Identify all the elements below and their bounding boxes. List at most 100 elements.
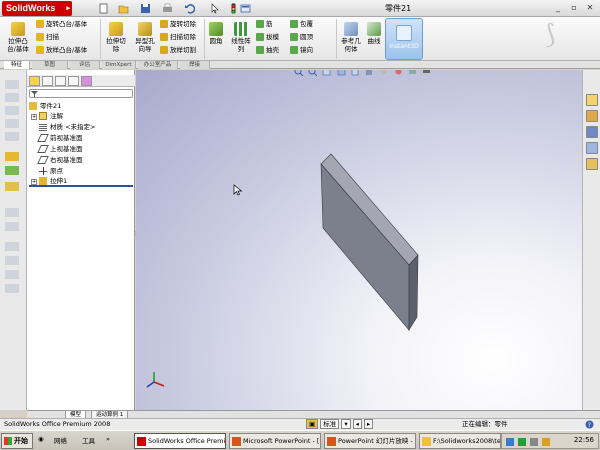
view-dropdown-icon[interactable]: ▾ bbox=[341, 419, 351, 429]
instant3d-icon bbox=[396, 25, 412, 41]
pattern-tool-icon[interactable] bbox=[5, 284, 19, 293]
wrap-button[interactable]: 包覆 bbox=[290, 20, 313, 28]
hole-wizard-button[interactable]: 异型孔 向导 bbox=[131, 22, 159, 53]
instant3d-button[interactable]: Instant3D bbox=[385, 18, 423, 60]
help-icon[interactable]: ? bbox=[585, 420, 594, 429]
fillet-button[interactable]: 圆角 bbox=[206, 22, 226, 45]
property-manager-tab-icon[interactable] bbox=[42, 76, 53, 86]
minimize-button[interactable]: _ bbox=[550, 2, 566, 14]
design-library-icon[interactable] bbox=[586, 110, 598, 122]
open-folder-icon[interactable] bbox=[118, 3, 129, 14]
part-side-face[interactable] bbox=[408, 254, 419, 332]
print-icon[interactable] bbox=[162, 3, 173, 14]
appearances-icon[interactable] bbox=[586, 158, 598, 170]
save-icon[interactable] bbox=[140, 3, 151, 14]
line-tool-icon[interactable] bbox=[5, 93, 19, 102]
taskbar-powerpoint-button[interactable]: Microsoft PowerPoint - [... bbox=[229, 433, 321, 449]
loft-boss-button[interactable]: 放样凸台/基体 bbox=[36, 46, 87, 54]
taskbar-tools-link[interactable]: 工具 bbox=[82, 435, 95, 445]
extrude-side-icon[interactable] bbox=[5, 152, 19, 161]
shell-button[interactable]: 抽壳 bbox=[256, 46, 279, 54]
part-model[interactable] bbox=[136, 70, 582, 410]
solidworks-menu-button[interactable]: SolidWorks ▸ bbox=[2, 1, 72, 16]
reference-geometry-button[interactable]: 参考几 何体 bbox=[338, 22, 364, 53]
taskbar-network-link[interactable]: 网络 bbox=[54, 435, 67, 445]
ribbon-separator bbox=[204, 19, 205, 59]
tree-root-part[interactable]: 零件21 bbox=[29, 102, 61, 110]
quick-tips-icon[interactable]: ◂ bbox=[352, 419, 362, 429]
tree-item-material[interactable]: 材质 <未指定> bbox=[39, 123, 95, 131]
restore-button[interactable]: ▫ bbox=[566, 2, 582, 14]
swept-cut-button[interactable]: 扫描切除 bbox=[160, 33, 196, 41]
tab-features[interactable]: 特征 bbox=[4, 61, 30, 69]
tree-item-right-plane[interactable]: 右视基准面 bbox=[37, 156, 83, 164]
curves-button[interactable]: 曲线 bbox=[365, 22, 383, 45]
arc-tool-icon[interactable] bbox=[5, 132, 19, 141]
extrude-boss-button[interactable]: 拉伸凸 台/基体 bbox=[4, 22, 32, 53]
taskbar-slideshow-button[interactable]: PowerPoint 幻灯片放映 - ... bbox=[324, 433, 416, 449]
circle-tool-icon[interactable] bbox=[5, 119, 19, 128]
tree-item-origin[interactable]: 原点 bbox=[39, 167, 63, 175]
relation-tool-icon[interactable] bbox=[5, 222, 19, 231]
view-side-icon[interactable] bbox=[5, 182, 19, 191]
sweep-button[interactable]: 扫描 bbox=[36, 33, 59, 41]
volume-tray-icon[interactable] bbox=[530, 438, 538, 446]
rib-button[interactable]: 筋 bbox=[256, 20, 273, 28]
next-icon[interactable]: ▸ bbox=[364, 419, 374, 429]
lofted-cut-button[interactable]: 放样切割 bbox=[160, 46, 196, 54]
taskbar-button-label: Microsoft PowerPoint - [... bbox=[243, 437, 321, 445]
mirror-button[interactable]: 镜向 bbox=[290, 46, 313, 54]
configuration-tab-icon[interactable] bbox=[55, 76, 66, 86]
taskbar-explorer-button[interactable]: F:\Solidworks2008\temp... bbox=[419, 433, 501, 449]
input-method-tray-icon[interactable] bbox=[542, 438, 550, 446]
trim-tool-icon[interactable] bbox=[5, 242, 19, 251]
revolve-cut-button[interactable]: 旋转切除 bbox=[160, 20, 196, 28]
feature-filter-input[interactable] bbox=[29, 89, 133, 98]
resources-icon[interactable] bbox=[586, 94, 598, 106]
expand-toggle[interactable]: + bbox=[31, 114, 37, 120]
powerpoint-app-icon bbox=[327, 437, 336, 446]
tree-item-extrude1[interactable]: 拉伸1 bbox=[39, 177, 67, 185]
mirror-tool-icon[interactable] bbox=[5, 270, 19, 279]
network-tray-icon[interactable] bbox=[506, 438, 514, 446]
rectangle-tool-icon[interactable] bbox=[5, 106, 19, 115]
display-manager-tab-icon[interactable] bbox=[81, 76, 92, 86]
sketch-tool-icon[interactable] bbox=[5, 80, 19, 89]
dimxpert-tab-icon[interactable] bbox=[68, 76, 79, 86]
linear-pattern-button[interactable]: 线性阵 列 bbox=[228, 22, 254, 53]
draft-button[interactable]: 拔模 bbox=[256, 33, 279, 41]
offset-tool-icon[interactable] bbox=[5, 256, 19, 265]
taskbar-solidworks-button[interactable]: SolidWorks Office Premi... bbox=[134, 433, 226, 449]
features-side-icon[interactable] bbox=[5, 166, 19, 175]
standard-view-button[interactable]: 标准 bbox=[320, 419, 340, 429]
view-icon[interactable]: ▣ bbox=[306, 419, 319, 429]
tab-office-products[interactable]: 办公室产品 bbox=[138, 61, 178, 69]
tab-dimxpert[interactable]: DimXpert bbox=[102, 61, 136, 69]
graphics-area[interactable] bbox=[136, 70, 582, 410]
tree-item-top-plane[interactable]: 上视基准面 bbox=[37, 145, 83, 153]
security-tray-icon[interactable] bbox=[518, 438, 526, 446]
start-button[interactable]: 开始 bbox=[1, 433, 33, 449]
dome-button[interactable]: 圆顶 bbox=[290, 33, 313, 41]
feature-tree-tab-icon[interactable] bbox=[29, 76, 40, 86]
taskbar-more-link[interactable]: » bbox=[106, 435, 110, 443]
close-button[interactable]: ✕ bbox=[582, 2, 598, 14]
tab-evaluate[interactable]: 评估 bbox=[70, 61, 100, 69]
file-explorer-icon[interactable] bbox=[586, 126, 598, 138]
dimension-tool-icon[interactable] bbox=[5, 208, 19, 217]
tree-item-front-plane[interactable]: 前视基准面 bbox=[37, 134, 83, 142]
extrude-cut-button[interactable]: 拉伸切 除 bbox=[102, 22, 130, 53]
rebuild-traffic-light-icon[interactable] bbox=[228, 3, 239, 14]
options-icon[interactable] bbox=[240, 3, 251, 14]
new-document-icon[interactable] bbox=[98, 3, 109, 14]
tree-item-label: 上视基准面 bbox=[50, 145, 83, 153]
tab-weldments[interactable]: 焊接 bbox=[180, 61, 210, 69]
select-cursor-icon[interactable] bbox=[210, 3, 221, 14]
undo-icon[interactable] bbox=[184, 3, 195, 14]
revolve-boss-button[interactable]: 旋转凸台/基体 bbox=[36, 20, 87, 28]
tab-sketch[interactable]: 草图 bbox=[32, 61, 68, 69]
tree-item-annotations[interactable]: 注解 bbox=[39, 112, 63, 120]
view-palette-icon[interactable] bbox=[586, 142, 598, 154]
quick-launch-icons[interactable]: ◉ bbox=[38, 435, 44, 443]
rollback-bar[interactable] bbox=[29, 185, 133, 187]
